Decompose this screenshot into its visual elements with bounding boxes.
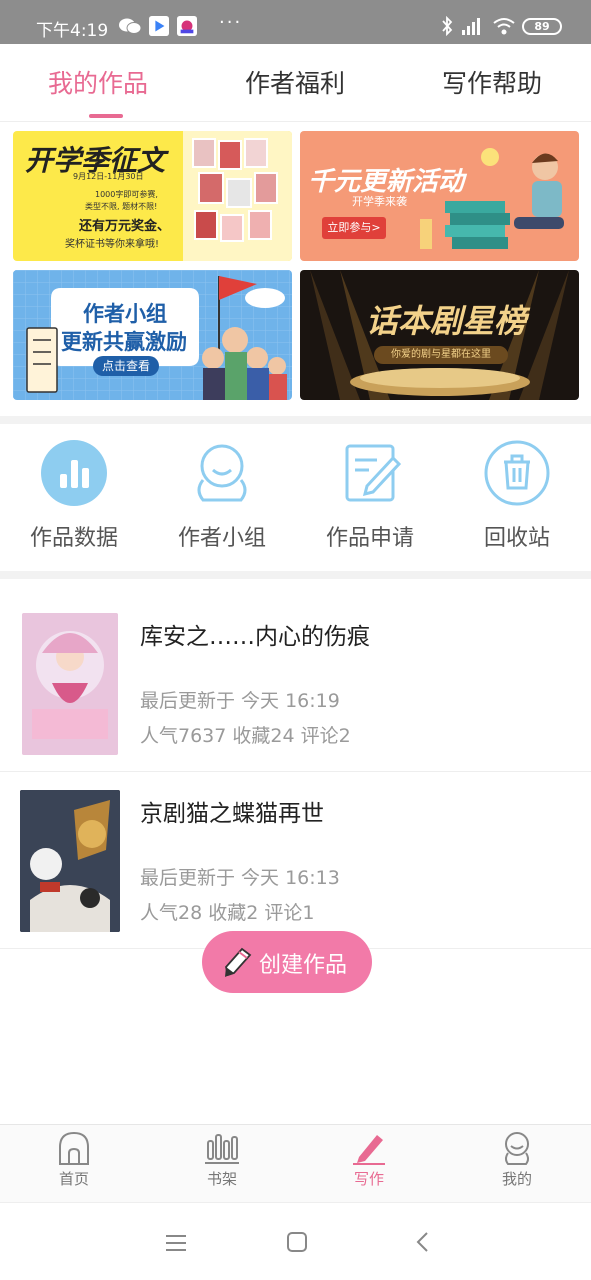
back-icon[interactable] [415, 1231, 429, 1253]
wechat-icon [119, 18, 142, 34]
status-more-dots: ··· [219, 12, 243, 33]
profile-icon [505, 1132, 529, 1165]
menu-icon[interactable] [165, 1233, 187, 1253]
wifi-icon [493, 18, 515, 35]
bar-chart-icon [41, 440, 107, 506]
entry-works-data[interactable]: 作品数据 [9, 440, 139, 552]
banner-back-to-school-contest[interactable]: 开学季征文 9月12日-11月30日 1000字即可参赛, 类型不限, 题材不限… [13, 131, 292, 261]
ranking-subtitle: 你爱的剧与星都在这里 [374, 346, 508, 364]
pencil-icon [225, 947, 252, 977]
work-cover-art [20, 790, 120, 932]
battery-indicator: 89 [522, 18, 562, 35]
work-title: 库安之……内心的伤痕 [140, 624, 370, 650]
bottom-nav: 首页 书架 写作 我的 [0, 1124, 591, 1202]
contest-line-1: 1000字即可参赛, [95, 190, 158, 199]
status-bar: 下午4:19 ··· 89 [0, 0, 591, 44]
nav-home-label: 首页 [58, 1170, 89, 1188]
work-stats: 人气28 收藏2 评论1 [140, 902, 315, 924]
entry-works-apply[interactable]: 作品申请 [305, 440, 435, 552]
work-cover [20, 790, 120, 932]
signal-icon [462, 18, 480, 35]
entry-author-group[interactable]: 作者小组 [157, 440, 287, 552]
entry-author-group-label: 作者小组 [177, 526, 266, 551]
nav-profile-label: 我的 [501, 1170, 532, 1188]
tab-author-benefits[interactable]: 作者福利 [245, 64, 345, 100]
contest-line-4: 奖杯证书等你来拿哦! [65, 239, 160, 250]
nav-write-label: 写作 [353, 1170, 384, 1188]
work-cover [22, 613, 118, 755]
top-tab-bar: 我的作品 作者福利 写作帮助 [0, 44, 591, 122]
system-nav-bar [0, 1202, 591, 1280]
bluetooth-icon [442, 16, 453, 36]
update-subtitle: 开学季来袭 [352, 195, 407, 208]
nav-profile[interactable]: 我的 [477, 1131, 557, 1189]
entry-works-data-label: 作品数据 [29, 526, 118, 551]
banner-drama-star-ranking[interactable]: 话本剧星榜 你爱的剧与星都在这里 [300, 270, 579, 400]
nav-bookshelf[interactable]: 书架 [182, 1131, 262, 1189]
contest-date: 9月12日-11月30日 [73, 172, 144, 181]
tab-my-works[interactable]: 我的作品 [48, 64, 148, 100]
banner-author-group[interactable]: 作者小组 更新共赢激励 点击查看 [13, 270, 292, 400]
nav-bookshelf-label: 书架 [206, 1170, 237, 1188]
entry-recycle-bin[interactable]: 回收站 [452, 440, 582, 552]
work-title: 京剧猫之蝶猫再世 [140, 801, 324, 827]
author-group-title-2: 更新共赢激励 [61, 330, 187, 354]
create-work-label: 创建作品 [259, 953, 348, 978]
work-updated: 最后更新于 今天 16:13 [140, 867, 340, 889]
edit-doc-icon [345, 444, 402, 502]
ranking-title: 话本剧星榜 [366, 302, 527, 340]
entry-works-apply-label: 作品申请 [325, 526, 414, 551]
home-square-icon[interactable] [286, 1231, 308, 1253]
nav-write[interactable]: 写作 [329, 1131, 409, 1189]
pen-icon [353, 1135, 385, 1165]
contest-line-2: 类型不限, 题材不限! [85, 202, 158, 211]
app-notification-icon [177, 16, 197, 36]
work-item[interactable]: 京剧猫之蝶猫再世 最后更新于 今天 16:13 人气28 收藏2 评论1 [0, 772, 591, 949]
active-tab-indicator [89, 114, 123, 118]
update-join-button[interactable]: 立即参与> [322, 217, 386, 239]
trash-icon [484, 440, 550, 506]
author-group-title-1: 作者小组 [83, 302, 167, 326]
section-divider [0, 416, 591, 424]
tab-writing-help[interactable]: 写作帮助 [442, 64, 542, 100]
group-icon [197, 444, 247, 502]
section-divider [0, 571, 591, 579]
nav-home[interactable]: 首页 [34, 1131, 114, 1189]
home-icon [59, 1131, 89, 1165]
status-time: 下午4:19 [36, 21, 109, 41]
work-item[interactable]: 库安之……内心的伤痕 最后更新于 今天 16:19 人气7637 收藏24 评论… [0, 595, 591, 772]
banner-thousand-yuan-update[interactable]: 千元更新活动 开学季来袭 立即参与> [300, 131, 579, 261]
create-work-button[interactable]: 创建作品 [202, 931, 372, 993]
work-stats: 人气7637 收藏24 评论2 [140, 725, 351, 747]
bookshelf-icon [205, 1134, 239, 1164]
author-group-view-button[interactable]: 点击查看 [93, 356, 159, 376]
contest-line-3: 还有万元奖金、 [79, 219, 171, 234]
work-cover-art [22, 613, 118, 755]
entry-recycle-bin-label: 回收站 [483, 526, 550, 551]
play-store-icon [149, 16, 169, 36]
work-updated: 最后更新于 今天 16:19 [140, 690, 340, 712]
